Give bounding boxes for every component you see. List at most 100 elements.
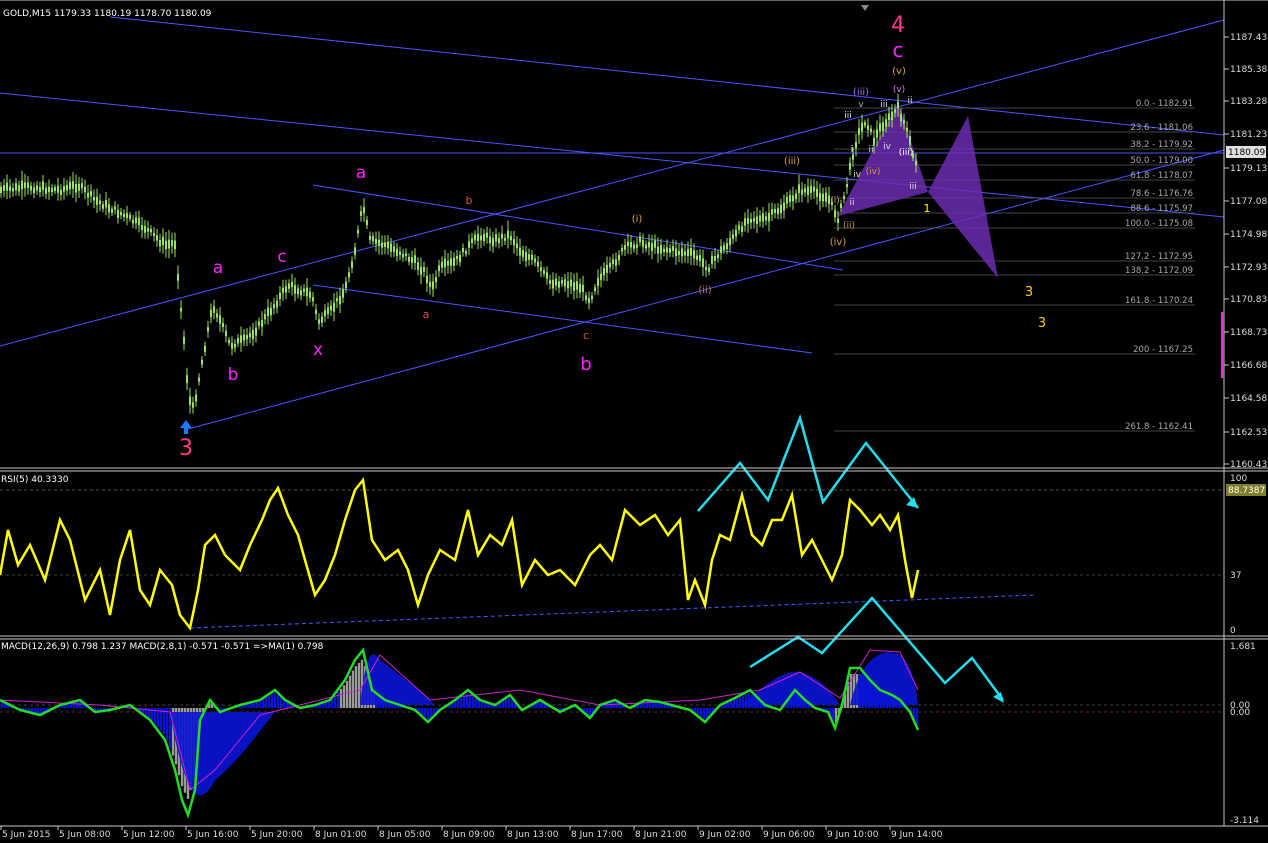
candle-body: [678, 251, 680, 255]
wave-label: ii: [849, 198, 854, 208]
candle-body: [498, 237, 500, 243]
fib-label: 78.6 - 1176.76: [1130, 189, 1193, 199]
candle-body: [450, 258, 452, 266]
candle-body: [384, 242, 386, 248]
candle-body: [438, 265, 440, 272]
candle-body: [777, 208, 779, 215]
wave-label: iv: [883, 142, 892, 152]
candle-body: [102, 204, 104, 209]
wave-label: ii: [868, 145, 873, 155]
candle-body: [543, 270, 545, 274]
candle-body: [327, 307, 329, 315]
candle-body: [93, 196, 95, 201]
candle-body: [303, 288, 305, 292]
candle-body: [141, 225, 143, 231]
wave-label: 3: [1025, 285, 1033, 300]
candle-body: [216, 313, 218, 318]
price-tick-label: 1164.58: [1230, 394, 1267, 404]
candle-body: [231, 342, 233, 349]
candle-body: [105, 200, 107, 208]
candle-body: [909, 136, 911, 145]
candle-body: [48, 186, 50, 193]
candle-body: [798, 184, 800, 193]
candle-body: [261, 320, 263, 327]
candle-body: [666, 247, 668, 253]
candle-body: [555, 278, 557, 286]
candle-body: [765, 216, 767, 221]
candle-body: [291, 281, 293, 288]
wave-label: 4: [891, 13, 905, 38]
candle-body: [399, 251, 401, 256]
candle-body: [585, 295, 587, 300]
fib-label: 61.8 - 1178.07: [1130, 171, 1193, 181]
candle-body: [588, 298, 590, 303]
price-tick-label: 1183.28: [1230, 97, 1267, 107]
candle-body: [345, 281, 347, 289]
candle-body: [858, 128, 860, 135]
candle-body: [756, 216, 758, 224]
candle-body: [885, 119, 887, 127]
candle-body: [126, 213, 128, 218]
current-price-label: 1180.09: [1228, 148, 1265, 158]
fib-label: 38.2 - 1179.92: [1130, 140, 1193, 150]
candle-body: [507, 230, 509, 239]
candle-body: [225, 330, 227, 337]
candle-body: [576, 281, 578, 290]
candle-body: [459, 255, 461, 263]
time-tick-label: 9 Jun 10:00: [827, 830, 879, 840]
candle-body: [354, 247, 356, 255]
candle-body: [648, 242, 650, 248]
candle-body: [591, 295, 593, 300]
candle-body: [402, 253, 404, 258]
candle-body: [3, 185, 5, 191]
time-tick-label: 8 Jun 05:00: [379, 830, 431, 840]
candle-body: [426, 276, 428, 284]
candle-body: [636, 244, 638, 248]
candle-body: [111, 208, 113, 213]
candle-body: [270, 307, 272, 316]
time-tick-label: 9 Jun 02:00: [699, 830, 751, 840]
fib-label: 23.6 - 1181.06: [1130, 123, 1193, 133]
candle-body: [837, 218, 839, 223]
candle-body: [684, 251, 686, 256]
wave-label: (i): [632, 214, 643, 225]
candle-body: [888, 113, 890, 120]
wave-label: iv: [853, 170, 862, 180]
price-tick-label: 1162.53: [1230, 428, 1267, 438]
candle-body: [681, 248, 683, 257]
candle-body: [192, 402, 194, 408]
candle-body: [249, 332, 251, 338]
time-tick-label: 8 Jun 01:00: [315, 830, 367, 840]
wave-label: a: [213, 258, 223, 278]
candle-body: [243, 334, 245, 341]
candle-body: [900, 113, 902, 122]
candle-body: [213, 306, 215, 313]
trading-chart[interactable]: 0.0 - 1182.91 23.6 - 1181.06 38.2 - 1179.9…: [0, 0, 1268, 843]
candle-body: [558, 281, 560, 288]
candle-body: [516, 243, 518, 249]
price-tick-label: 1166.68: [1230, 361, 1267, 371]
time-tick-label: 5 Jun 12:00: [123, 830, 175, 840]
candle-body: [255, 327, 257, 336]
candle-body: [846, 184, 848, 188]
candle-body: [186, 375, 188, 383]
candle-body: [441, 261, 443, 268]
candle-body: [465, 250, 467, 255]
candle-body: [624, 245, 626, 250]
fib-label: 127.2 - 1172.95: [1125, 252, 1193, 262]
candle-body: [369, 235, 371, 240]
fib-label: 261.8 - 1162.41: [1125, 422, 1193, 432]
time-tick-label: 9 Jun 06:00: [763, 830, 815, 840]
candle-body: [819, 192, 821, 201]
candle-body: [294, 285, 296, 294]
candle-body: [132, 219, 134, 224]
candle-body: [375, 239, 377, 244]
candle-body: [882, 122, 884, 132]
candle-body: [240, 335, 242, 343]
candle-body: [693, 250, 695, 259]
candle-body: [360, 211, 362, 216]
candle-body: [18, 185, 20, 192]
candle-body: [201, 359, 203, 365]
time-tick-label: 5 Jun 2015: [2, 830, 50, 840]
candle-body: [312, 297, 314, 302]
